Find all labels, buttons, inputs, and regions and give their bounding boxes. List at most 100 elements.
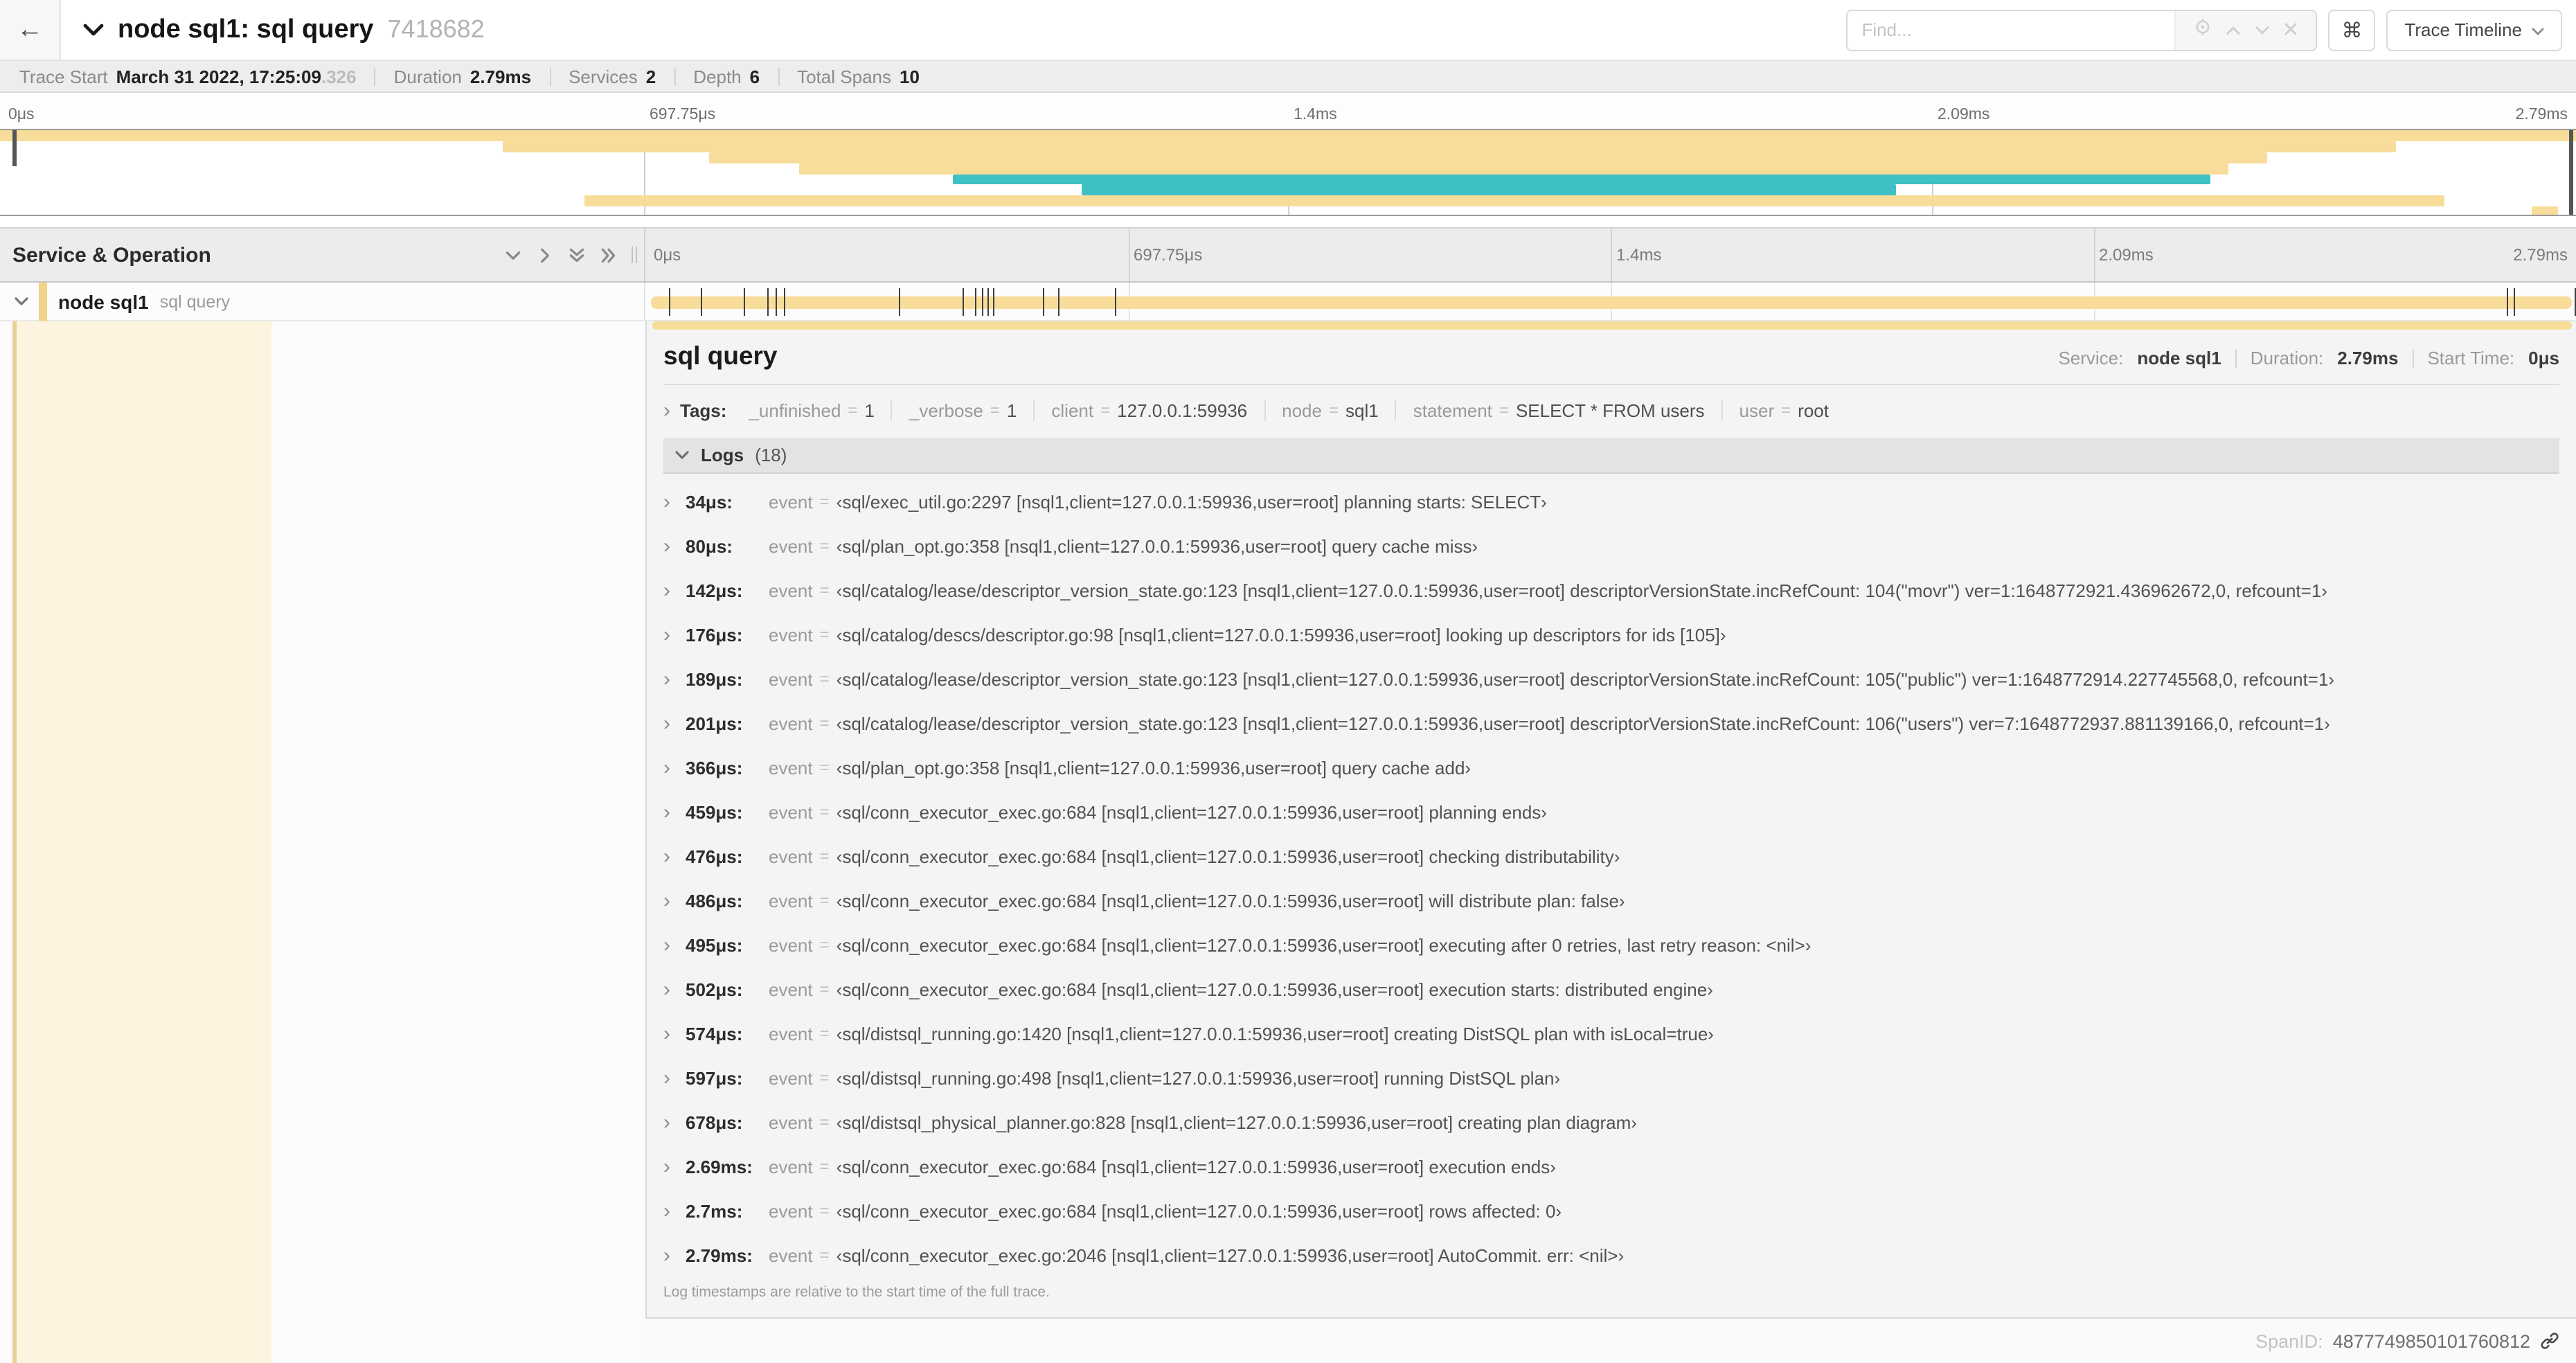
chevron-right-icon[interactable]: › bbox=[663, 1110, 686, 1134]
minimap-right-scrubber[interactable] bbox=[2569, 130, 2573, 215]
tag[interactable]: client = 127.0.0.1:59936 bbox=[1033, 400, 1264, 420]
chevron-right-icon[interactable]: › bbox=[663, 1243, 686, 1267]
log-row[interactable]: › 80μs: event = ‹sql/plan_opt.go:358 [nsql1,… bbox=[663, 524, 2559, 568]
collapse-all-icon[interactable] bbox=[568, 246, 586, 264]
span-row[interactable]: node sql1 sql query bbox=[0, 282, 2576, 321]
chevron-right-icon[interactable]: › bbox=[663, 667, 686, 691]
chevron-right-icon[interactable]: › bbox=[663, 534, 686, 558]
back-button[interactable]: ← bbox=[0, 0, 61, 60]
log-field-key: event bbox=[769, 979, 813, 999]
expand-all-icon[interactable] bbox=[600, 246, 618, 264]
logs-header[interactable]: Logs (18) bbox=[663, 438, 2559, 474]
ruler-tick-label: 2.09ms bbox=[2099, 245, 2154, 265]
duration-value: 2.79ms bbox=[2337, 348, 2399, 368]
chevron-right-icon[interactable]: › bbox=[663, 578, 686, 602]
log-row[interactable]: › 34μs: event = ‹sql/exec_util.go:2297 [nsql… bbox=[663, 479, 2559, 524]
log-row[interactable]: › 476μs: event = ‹sql/conn_executor_exec.go:… bbox=[663, 834, 2559, 878]
chevron-right-icon[interactable]: › bbox=[663, 977, 686, 1001]
start-time-label: Start Time: bbox=[2427, 348, 2515, 368]
detail-header: sql query Service: node sql1 Duration: 2… bbox=[663, 341, 2559, 385]
log-field-key: event bbox=[769, 713, 813, 733]
log-row[interactable]: › 486μs: event = ‹sql/conn_executor_exec.go:… bbox=[663, 878, 2559, 923]
log-row[interactable]: › 2.7ms: event = ‹sql/conn_executor_exec.go:… bbox=[663, 1188, 2559, 1233]
ruler-tick-label: 0μs bbox=[654, 245, 681, 265]
span-name-column bbox=[0, 321, 645, 1363]
back-arrow-icon: ← bbox=[17, 15, 43, 44]
chevron-right-icon[interactable]: › bbox=[663, 1066, 686, 1089]
tags-row[interactable]: › Tags: _unfinished = 1 _verbose = 1 client = 12… bbox=[663, 392, 2559, 428]
log-field-value: ‹sql/catalog/lease/descriptor_version_st… bbox=[836, 668, 2335, 689]
log-row[interactable]: › 678μs: event = ‹sql/distsql_physical_plann… bbox=[663, 1100, 2559, 1144]
minimap-left-scrubber[interactable] bbox=[12, 130, 17, 166]
minimap-span-bar bbox=[953, 174, 2210, 185]
tag-key: node bbox=[1282, 400, 1322, 420]
find-prev-icon[interactable] bbox=[2226, 17, 2241, 42]
log-equals: = bbox=[819, 536, 830, 555]
chevron-down-icon[interactable] bbox=[674, 449, 690, 461]
log-row[interactable]: › 459μs: event = ‹sql/conn_executor_exec.go:… bbox=[663, 790, 2559, 834]
chevron-right-icon[interactable]: › bbox=[663, 1022, 686, 1045]
tag[interactable]: node = sql1 bbox=[1264, 400, 1395, 420]
collapse-one-icon[interactable] bbox=[504, 246, 522, 264]
ruler-tick-label: 2.79ms bbox=[2513, 245, 2568, 265]
find-clear-icon[interactable] bbox=[2284, 17, 2298, 42]
span-duration-bar[interactable] bbox=[651, 296, 2572, 308]
chevron-right-icon[interactable]: › bbox=[663, 844, 686, 868]
tag[interactable]: _unfinished = 1 bbox=[732, 400, 891, 420]
log-row[interactable]: › 502μs: event = ‹sql/conn_executor_exec.go:… bbox=[663, 967, 2559, 1011]
log-row[interactable]: › 495μs: event = ‹sql/conn_executor_exec.go:… bbox=[663, 923, 2559, 967]
span-bar-track[interactable] bbox=[645, 283, 2576, 320]
chevron-down-icon[interactable] bbox=[14, 296, 29, 307]
chevron-right-icon[interactable]: › bbox=[663, 490, 686, 513]
log-row[interactable]: › 2.79ms: event = ‹sql/conn_executor_exec.go… bbox=[663, 1233, 2559, 1277]
chevron-right-icon[interactable]: › bbox=[663, 889, 686, 912]
chevron-right-icon[interactable]: › bbox=[663, 623, 686, 646]
span-name-cell[interactable]: node sql1 sql query bbox=[0, 282, 645, 321]
find-next-icon[interactable] bbox=[2255, 17, 2270, 42]
view-selector-button[interactable]: Trace Timeline bbox=[2386, 9, 2562, 51]
tag[interactable]: _verbose = 1 bbox=[891, 400, 1033, 420]
log-row[interactable]: › 2.69ms: event = ‹sql/conn_executor_exec.go… bbox=[663, 1144, 2559, 1188]
log-row[interactable]: › 597μs: event = ‹sql/distsql_running.go:498… bbox=[663, 1055, 2559, 1100]
chevron-down-icon[interactable] bbox=[83, 23, 104, 37]
deep-link-icon[interactable] bbox=[2540, 1331, 2559, 1351]
log-marker bbox=[767, 288, 769, 316]
chevron-right-icon[interactable]: › bbox=[663, 756, 686, 779]
chevron-right-icon[interactable]: › bbox=[663, 1155, 686, 1178]
log-row[interactable]: › 574μs: event = ‹sql/distsql_running.go:142… bbox=[663, 1011, 2559, 1055]
logs-count: (18) bbox=[755, 445, 787, 465]
minimap-canvas[interactable] bbox=[0, 129, 2576, 216]
log-field-key: event bbox=[769, 890, 813, 911]
summary-label: Depth bbox=[693, 66, 742, 87]
log-row[interactable]: › 201μs: event = ‹sql/catalog/lease/descript… bbox=[663, 701, 2559, 745]
trace-timeline-page: ← node sql1: sql query 7418682 Find... ⌘… bbox=[0, 0, 2576, 1363]
locate-icon[interactable] bbox=[2194, 17, 2212, 42]
log-equals: = bbox=[819, 802, 830, 821]
log-row[interactable]: › 189μs: event = ‹sql/catalog/lease/descript… bbox=[663, 657, 2559, 701]
tag-key: user bbox=[1739, 400, 1775, 420]
chevron-right-icon[interactable]: › bbox=[663, 933, 686, 956]
summary-item: Depth 6 bbox=[693, 66, 760, 87]
log-row[interactable]: › 176μs: event = ‹sql/catalog/descs/descript… bbox=[663, 612, 2559, 657]
log-marker bbox=[2574, 288, 2576, 316]
expand-one-icon[interactable] bbox=[536, 246, 554, 264]
chevron-right-icon[interactable]: › bbox=[663, 800, 686, 823]
find-input[interactable] bbox=[1848, 10, 2175, 49]
chevron-right-icon[interactable]: › bbox=[663, 398, 670, 422]
keyboard-shortcuts-button[interactable]: ⌘ bbox=[2328, 9, 2376, 51]
log-field-value: ‹sql/distsql_running.go:498 [nsql1,clien… bbox=[836, 1067, 1561, 1088]
log-marker bbox=[2506, 288, 2508, 316]
log-row[interactable]: › 366μs: event = ‹sql/plan_opt.go:358 [nsql1… bbox=[663, 745, 2559, 790]
chevron-right-icon[interactable]: › bbox=[663, 711, 686, 735]
tag-value: 1 bbox=[1006, 400, 1017, 420]
column-resize-handle[interactable] bbox=[632, 247, 637, 263]
trace-id-short: 7418682 bbox=[387, 15, 485, 43]
log-marker bbox=[784, 288, 786, 316]
tag[interactable]: statement = SELECT * FROM users bbox=[1395, 400, 1721, 420]
log-row[interactable]: › 142μs: event = ‹sql/catalog/lease/descript… bbox=[663, 568, 2559, 612]
collapse-controls bbox=[504, 246, 618, 264]
tag[interactable]: user = root bbox=[1721, 400, 1845, 420]
meta-divider bbox=[2412, 348, 2414, 368]
log-equals: = bbox=[819, 492, 830, 511]
chevron-right-icon[interactable]: › bbox=[663, 1199, 686, 1222]
